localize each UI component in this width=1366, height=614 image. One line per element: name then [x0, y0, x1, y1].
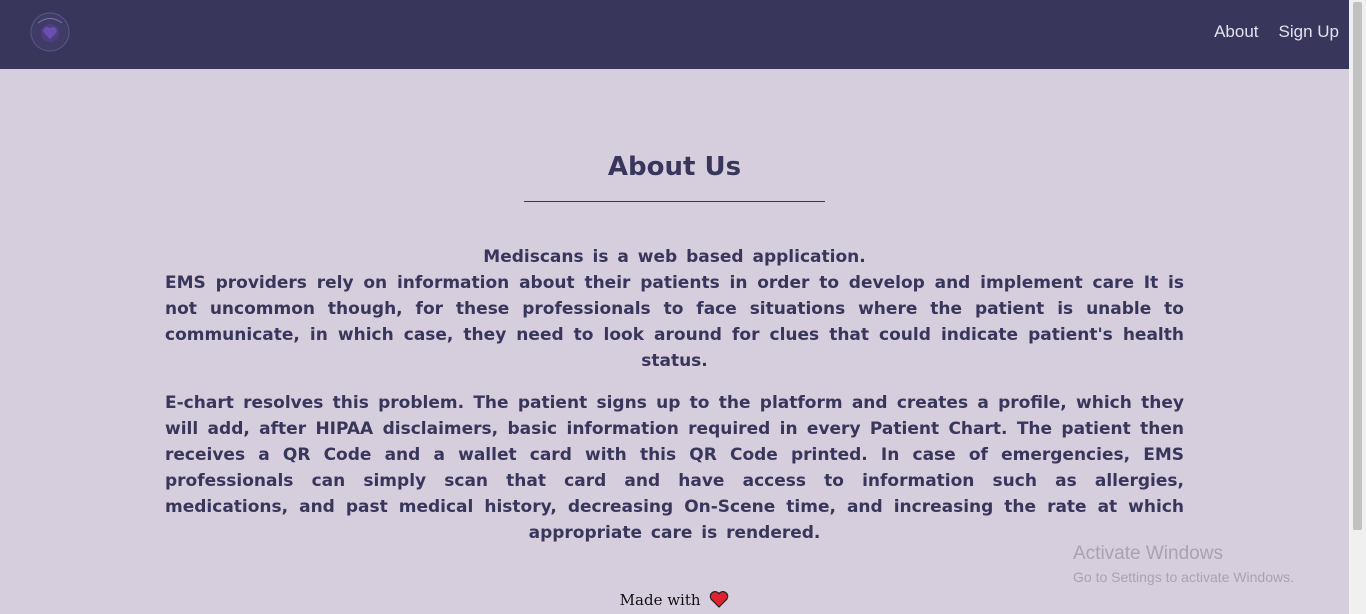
mediscans-logo-icon[interactable]: [30, 12, 70, 52]
scrollbar-thumb[interactable]: [1353, 2, 1362, 530]
nav-links: About Sign Up: [1214, 22, 1339, 42]
about-paragraph-2: E-chart resolves this problem. The patie…: [165, 393, 1184, 543]
about-paragraph-1: EMS providers rely on information about …: [165, 273, 1184, 371]
nav-link-sign-up[interactable]: Sign Up: [1279, 22, 1339, 42]
page-title: About Us: [607, 152, 742, 182]
windows-activation-watermark: Activate Windows Go to Settings to activ…: [1073, 543, 1294, 585]
watermark-title: Activate Windows: [1073, 543, 1223, 564]
footer: Made with: [0, 590, 1349, 612]
heart-icon: [709, 590, 729, 612]
nav-link-about[interactable]: About: [1214, 22, 1258, 42]
page: About Sign Up About Us Mediscans is a we…: [0, 0, 1366, 614]
about-content: Mediscans is a web based application. EM…: [165, 244, 1184, 546]
title-divider: [524, 201, 825, 202]
watermark-subtitle: Go to Settings to activate Windows.: [1073, 569, 1294, 585]
footer-made-with: Made with: [619, 591, 701, 609]
navbar: About Sign Up: [0, 0, 1349, 69]
vertical-scrollbar[interactable]: [1349, 0, 1366, 614]
intro-text: Mediscans is a web based application.: [483, 247, 866, 267]
